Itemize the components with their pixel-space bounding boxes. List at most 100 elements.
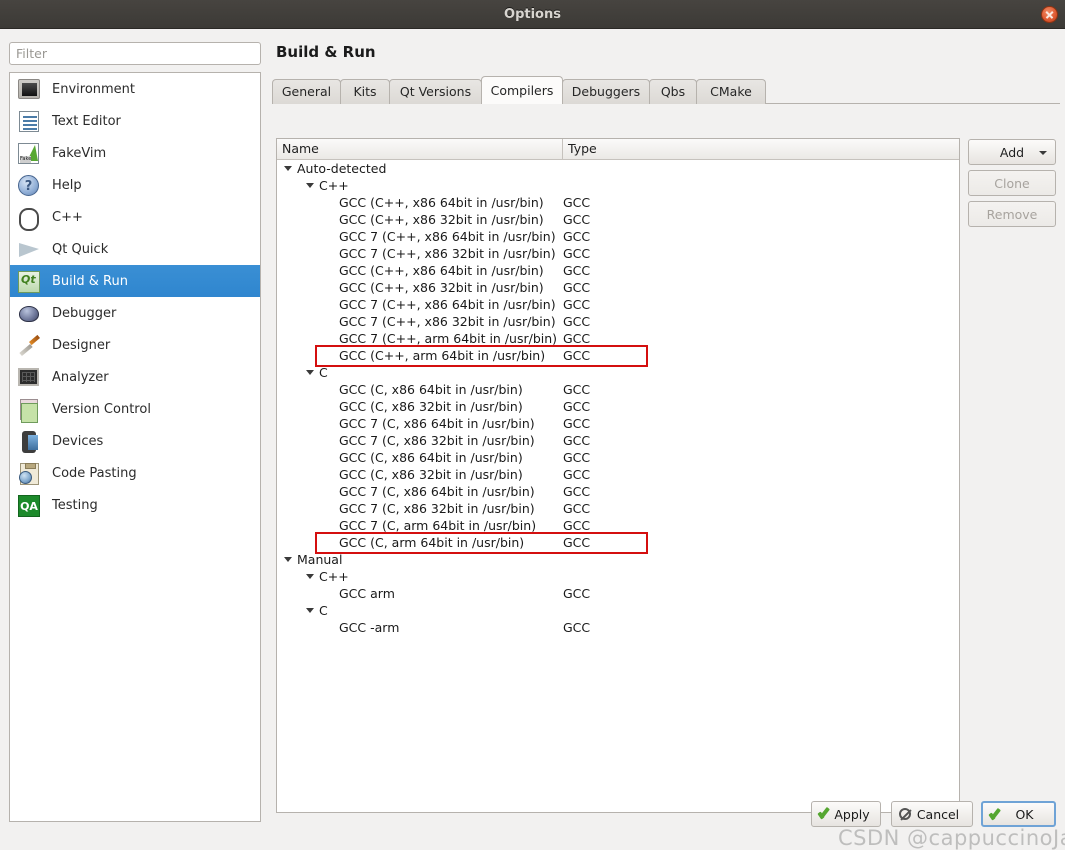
sidebar-item-code-pasting[interactable]: Code Pasting: [10, 457, 260, 489]
expander-triangle-down-icon[interactable]: [306, 574, 314, 579]
tab-label: Debuggers: [571, 84, 641, 99]
compilers-tree-body[interactable]: Auto-detected C++ GCC (C++, x86 64bit in /…: [277, 160, 959, 636]
tree-row[interactable]: GCC (C++, x86 32bit in /usr/bin) GCC: [277, 279, 959, 296]
tree-row[interactable]: C: [277, 602, 959, 619]
column-header-type[interactable]: Type: [563, 139, 597, 159]
add-button[interactable]: Add: [968, 139, 1056, 165]
tab-label: General: [281, 84, 332, 99]
tree-row[interactable]: GCC 7 (C++, x86 64bit in /usr/bin) GCC: [277, 296, 959, 313]
tree-row-name: GCC (C, x86 64bit in /usr/bin): [339, 450, 523, 465]
tree-row-name: GCC 7 (C++, x86 32bit in /usr/bin): [339, 246, 556, 261]
sidebar-item-help[interactable]: Help: [10, 169, 260, 201]
tree-row-name: Manual: [297, 552, 343, 567]
tree-row[interactable]: GCC 7 (C++, arm 64bit in /usr/bin) GCC: [277, 330, 959, 347]
sidebar-item-label: Debugger: [52, 305, 117, 321]
tree-row-name: GCC (C++, x86 32bit in /usr/bin): [339, 280, 544, 295]
qa-badge-icon-art: [18, 495, 40, 517]
tree-row-type: GCC: [563, 416, 591, 431]
tree-row-type: GCC: [563, 195, 591, 210]
tree-row[interactable]: GCC (C, x86 32bit in /usr/bin) GCC: [277, 398, 959, 415]
tree-row[interactable]: GCC (C++, x86 32bit in /usr/bin) GCC: [277, 211, 959, 228]
tree-row[interactable]: GCC -arm GCC: [277, 619, 959, 636]
tree-row[interactable]: C++: [277, 568, 959, 585]
filter-input[interactable]: [9, 42, 261, 65]
clone-button-label: Clone: [994, 175, 1030, 191]
sidebar-item-label: Build & Run: [52, 273, 128, 289]
sidebar-item-label: Code Pasting: [52, 465, 137, 481]
tree-row[interactable]: GCC 7 (C, x86 64bit in /usr/bin) GCC: [277, 483, 959, 500]
expander-triangle-down-icon[interactable]: [284, 557, 292, 562]
column-header-name[interactable]: Name: [277, 139, 563, 159]
sidebar-item-devices[interactable]: Devices: [10, 425, 260, 457]
grid-chart-icon: [18, 365, 42, 389]
tree-row[interactable]: GCC 7 (C, x86 32bit in /usr/bin) GCC: [277, 432, 959, 449]
sidebar-item-designer[interactable]: Designer: [10, 329, 260, 361]
tree-row[interactable]: C++: [277, 177, 959, 194]
sidebar-item-c[interactable]: C++: [10, 201, 260, 233]
sidebar-item-analyzer[interactable]: Analyzer: [10, 361, 260, 393]
tree-row[interactable]: GCC arm GCC: [277, 585, 959, 602]
tab-compilers[interactable]: Compilers: [481, 76, 563, 104]
sidebar-item-debugger[interactable]: Debugger: [10, 297, 260, 329]
tree-row[interactable]: GCC (C, arm 64bit in /usr/bin) GCC: [277, 534, 959, 551]
tree-row[interactable]: GCC (C++, x86 64bit in /usr/bin) GCC: [277, 262, 959, 279]
sidebar-item-text-editor[interactable]: Text Editor: [10, 105, 260, 137]
watermark-text: CSDN @cappuccinoJay: [838, 826, 1065, 850]
sidebar-item-environment[interactable]: Environment: [10, 73, 260, 105]
expander-triangle-down-icon[interactable]: [306, 608, 314, 613]
tree-row[interactable]: GCC (C++, x86 64bit in /usr/bin) GCC: [277, 194, 959, 211]
sidebar-item-fakevim[interactable]: FakeVim: [10, 137, 260, 169]
sidebar-item-testing[interactable]: Testing: [10, 489, 260, 521]
settings-tabbar[interactable]: General Kits Qt Versions Compilers Debuggers…: [272, 76, 1060, 104]
tree-header-row: Name Type: [277, 139, 959, 160]
tree-row[interactable]: Auto-detected: [277, 160, 959, 177]
tree-row[interactable]: GCC (C, x86 64bit in /usr/bin) GCC: [277, 449, 959, 466]
tree-row-name: C: [319, 603, 328, 618]
expander-triangle-down-icon[interactable]: [284, 166, 292, 171]
tree-row[interactable]: GCC 7 (C, arm 64bit in /usr/bin) GCC: [277, 517, 959, 534]
bug-icon-art: [19, 306, 39, 322]
question-mark-icon: [18, 173, 42, 197]
tab-qt-versions[interactable]: Qt Versions: [389, 79, 482, 104]
tab-debuggers[interactable]: Debuggers: [562, 79, 650, 104]
bug-icon: [18, 301, 42, 325]
fakevim-icon-art: [18, 143, 39, 164]
tree-row-name: GCC 7 (C, arm 64bit in /usr/bin): [339, 518, 537, 533]
tree-row[interactable]: GCC 7 (C, x86 64bit in /usr/bin) GCC: [277, 415, 959, 432]
sidebar-item-version-control[interactable]: Version Control: [10, 393, 260, 425]
tree-row-name: GCC arm: [339, 586, 395, 601]
monitor-icon-art: [18, 79, 40, 99]
tab-cmake[interactable]: CMake: [696, 79, 766, 104]
tree-row[interactable]: C: [277, 364, 959, 381]
tree-row[interactable]: GCC 7 (C++, x86 64bit in /usr/bin) GCC: [277, 228, 959, 245]
cancel-button[interactable]: Cancel: [891, 801, 973, 827]
tree-row[interactable]: GCC (C++, arm 64bit in /usr/bin) GCC: [277, 347, 959, 364]
tree-row[interactable]: GCC 7 (C++, x86 32bit in /usr/bin) GCC: [277, 313, 959, 330]
cancel-button-label: Cancel: [916, 806, 960, 822]
tree-row-name: GCC 7 (C++, x86 64bit in /usr/bin): [339, 229, 556, 244]
compilers-tree-panel[interactable]: Name Type Auto-detected C++ GCC (C++, x86 …: [276, 138, 960, 813]
sidebar-item-build-run[interactable]: Build & Run: [10, 265, 260, 297]
ok-button[interactable]: OK: [981, 801, 1056, 827]
tree-row-name: GCC (C++, x86 32bit in /usr/bin): [339, 212, 544, 227]
tab-general[interactable]: General: [272, 79, 341, 104]
tab-kits[interactable]: Kits: [340, 79, 390, 104]
expander-triangle-down-icon[interactable]: [306, 370, 314, 375]
clipboard-globe-icon-art: [19, 463, 39, 485]
tree-row[interactable]: GCC 7 (C, x86 32bit in /usr/bin) GCC: [277, 500, 959, 517]
tree-row[interactable]: Manual: [277, 551, 959, 568]
tree-row-name: GCC 7 (C, x86 32bit in /usr/bin): [339, 433, 535, 448]
tree-row-name: C++: [319, 569, 349, 584]
tree-row[interactable]: GCC (C, x86 64bit in /usr/bin) GCC: [277, 381, 959, 398]
apply-button[interactable]: Apply: [811, 801, 881, 827]
tree-row-name: GCC 7 (C, x86 64bit in /usr/bin): [339, 484, 535, 499]
chevron-down-icon[interactable]: [1039, 151, 1047, 155]
expander-triangle-down-icon[interactable]: [306, 183, 314, 188]
sidebar-item-qt-quick[interactable]: Qt Quick: [10, 233, 260, 265]
tree-row[interactable]: GCC 7 (C++, x86 32bit in /usr/bin) GCC: [277, 245, 959, 262]
tree-row[interactable]: GCC (C, x86 32bit in /usr/bin) GCC: [277, 466, 959, 483]
close-icon[interactable]: [1041, 6, 1058, 23]
tab-qbs[interactable]: Qbs: [649, 79, 697, 104]
clipboard-globe-icon: [18, 461, 42, 485]
settings-category-list[interactable]: Environment Text Editor FakeVim Help C++ Qt Q…: [9, 72, 261, 822]
